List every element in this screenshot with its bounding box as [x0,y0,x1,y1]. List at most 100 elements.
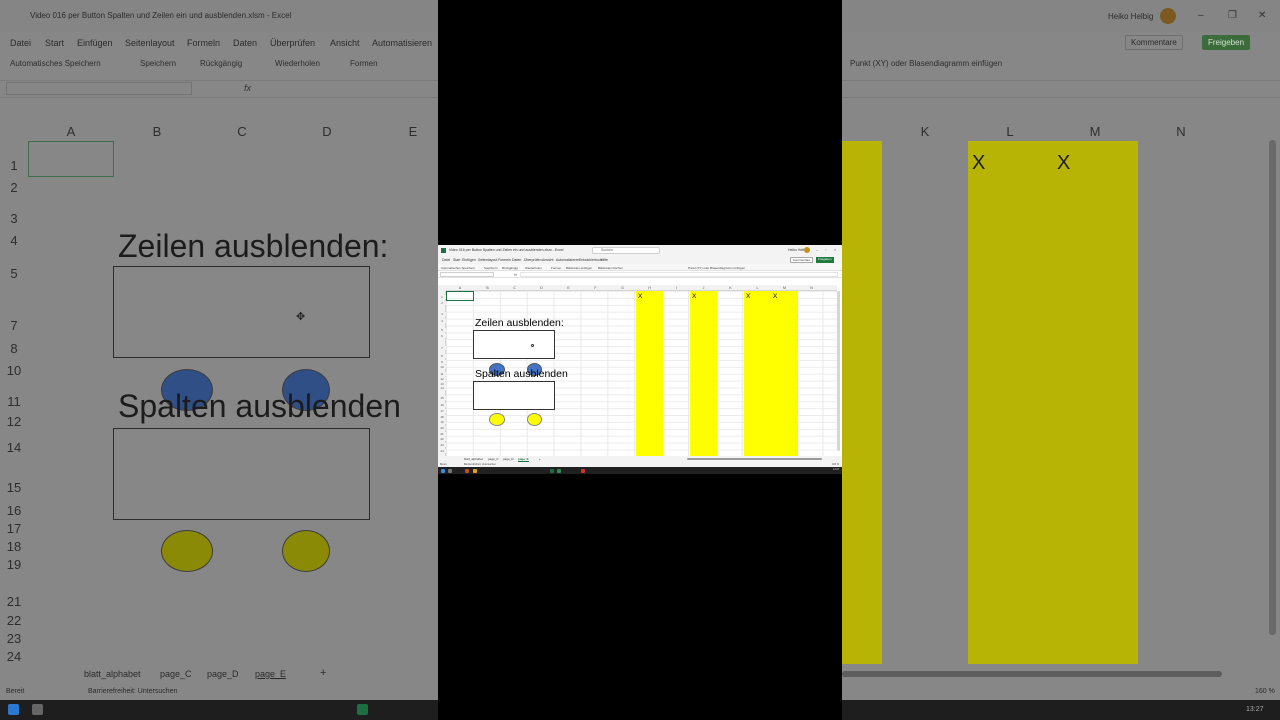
menu-item-ansicht[interactable]: Ansicht [542,258,553,262]
formula-input[interactable] [520,272,838,277]
selected-cell-a1[interactable] [446,291,474,301]
menu-item-seitenlayout[interactable]: Seitenlayout [478,258,497,262]
bg-col-header: K [920,124,930,139]
row-header[interactable]: 21 [438,432,446,436]
bg-move-cursor-icon: ✥ [296,311,306,323]
app-taskbar-icon[interactable] [557,469,561,473]
col-header-partial[interactable] [825,285,837,291]
delete-rows-button[interactable]: Blattzeilen löschen [598,266,623,270]
col-header[interactable]: I [663,285,690,291]
row-header[interactable]: 15 [438,396,446,400]
hide-columns-box[interactable] [473,381,555,410]
highlight-column-j [690,291,717,456]
hide-rows-box[interactable] [473,330,555,359]
zoom-level[interactable]: 160 % [832,463,839,466]
col-header[interactable]: D [528,285,555,291]
search-input[interactable]: Suchen [592,247,660,254]
undo-button[interactable]: Rückgängig [502,266,518,270]
menu-item-formeln[interactable]: Formeln [498,258,511,262]
row-header[interactable]: 17 [438,409,446,413]
row-header[interactable]: 23 [438,443,446,447]
avatar[interactable] [804,247,810,253]
row-header[interactable]: 11 [438,372,446,376]
bg-comments-button: Kommentare [1125,35,1183,50]
menu-item-datei[interactable]: Datei [442,258,450,262]
row-header[interactable]: 3 [438,312,446,316]
start-icon[interactable] [441,469,445,473]
horizontal-scrollbar[interactable] [687,458,822,460]
redo-button[interactable]: Wiederholen [525,266,542,270]
save-button[interactable]: Speichern [484,266,498,270]
row-header[interactable]: 19 [438,420,446,424]
sheet-tab-page-c[interactable]: page_C [488,457,499,461]
share-button[interactable]: Freigeben [816,257,834,263]
row-header[interactable]: 8 [438,354,446,358]
col-header[interactable]: C [501,285,528,291]
window-title: Video 016 per Button Spalten und Zeilen … [449,248,564,252]
scatter-chart-button[interactable]: Punkt (XY) oder Blasendiagramm einfügen [688,266,745,270]
row-header[interactable]: 14 [438,386,446,390]
autosave-toggle[interactable]: Automatisches Speichern [441,266,475,270]
menu-item-start[interactable]: Start [453,258,460,262]
sheet-tab-blatt-alphabet[interactable]: blatt_alphabet [464,457,483,461]
bg-row-header: 10 [6,363,22,378]
col-header[interactable]: B [474,285,501,291]
excel-taskbar-icon[interactable] [550,469,554,473]
menu-item-entwicklertools[interactable]: Entwicklertools [579,258,602,262]
row-header[interactable]: 18 [438,415,446,419]
add-sheet-icon[interactable]: + [539,457,541,461]
row-header[interactable]: 1 [438,295,446,299]
menu-item-ueberpruefen[interactable]: Überprüfen [524,258,542,262]
bg-row-header: 14 [6,440,22,455]
bg-minimize-icon: – [1198,10,1204,21]
app-taskbar-icon-red[interactable] [581,469,585,473]
row-header[interactable]: 22 [438,437,446,441]
sheet-tab-page-d[interactable]: page_D [503,457,514,461]
bg-menu-item: Datei [10,38,32,48]
close-icon[interactable]: × [834,247,836,252]
x-mark-cell: X [746,293,751,300]
folder-icon[interactable] [473,469,477,473]
menu-item-automatisieren[interactable]: Automatisieren [556,258,579,262]
row-header[interactable]: 2 [438,301,446,305]
bg-add-sheet-icon: + [320,667,327,679]
accessibility-status[interactable]: Barrierefreiheit: Untersuchen [464,463,496,466]
status-ready: Bereit [440,463,447,466]
row-header[interactable]: 4 [438,319,446,323]
row-header[interactable]: 20 [438,426,446,430]
row-header[interactable]: 10 [438,365,446,369]
shapes-button[interactable]: Formen [551,266,561,270]
search-icon[interactable] [448,469,452,473]
bg-row-header: 2 [10,180,18,195]
restore-icon[interactable]: ▫ [825,247,826,252]
highlight-column-h [636,291,663,456]
menu-item-daten[interactable]: Daten [512,258,521,262]
col-header[interactable]: G [609,285,636,291]
menu-item-einfuegen[interactable]: Einfügen [462,258,476,262]
row-header[interactable]: 5 [438,328,446,332]
row-header[interactable]: 12 [438,377,446,381]
hide-columns-button-1[interactable] [489,413,505,426]
vertical-scrollbar[interactable] [837,291,840,451]
menu-item-hilfe[interactable]: Hilfe [601,258,608,262]
insert-rows-button[interactable]: Blattzeilen einfügen [566,266,592,270]
minimize-icon[interactable]: – [816,247,818,252]
row-header[interactable]: 6 [438,334,446,338]
hide-columns-button-2[interactable] [527,413,542,426]
row-header[interactable]: 16 [438,403,446,407]
col-header[interactable]: F [582,285,609,291]
bg-col-header: B [152,124,162,139]
browser-icon[interactable] [465,469,469,473]
row-header[interactable]: 24 [438,449,446,453]
bg-row-header: 22 [6,613,22,628]
row-header[interactable]: 9 [438,360,446,364]
col-header[interactable]: E [555,285,582,291]
fx-icon[interactable]: fx [514,272,517,277]
bg-row-header: 16 [6,503,22,518]
col-header[interactable]: N [798,285,825,291]
col-header[interactable]: K [717,285,744,291]
row-header[interactable]: 7 [438,346,446,350]
bg-share-button: Freigeben [1202,35,1251,50]
comments-button[interactable]: Kommentare [790,257,814,263]
name-box[interactable] [440,272,494,277]
